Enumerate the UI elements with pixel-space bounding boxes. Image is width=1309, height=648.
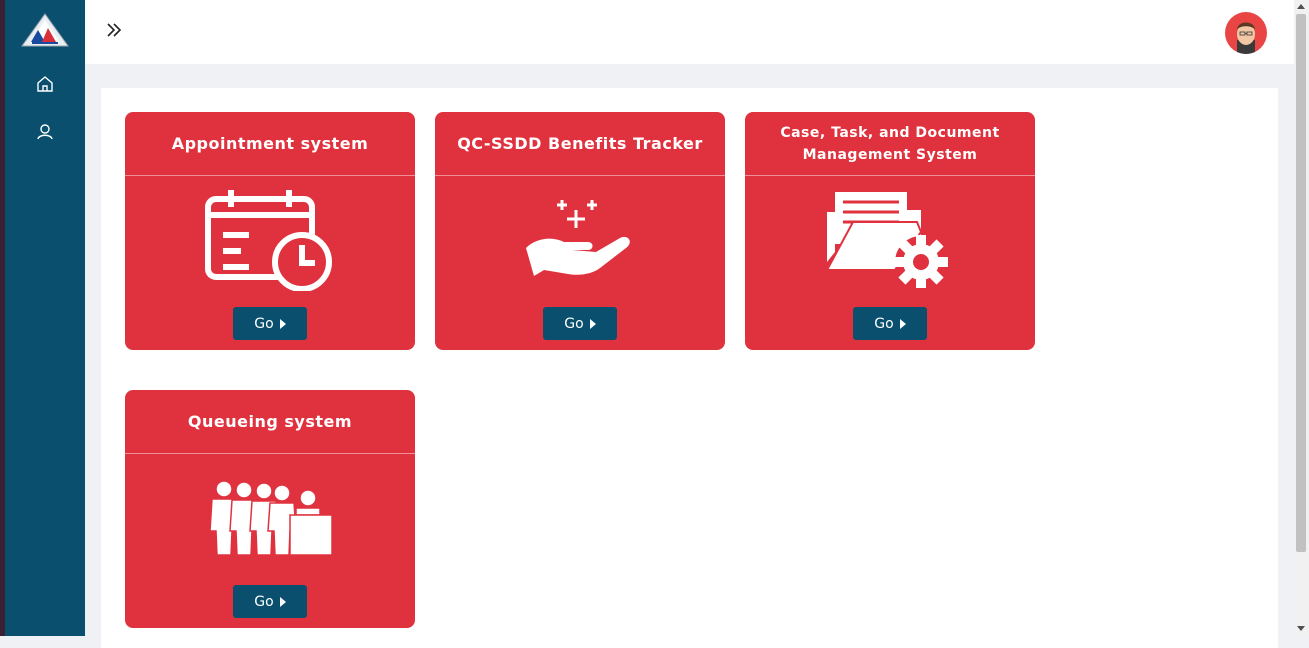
home-icon[interactable] bbox=[33, 72, 57, 96]
caret-right-icon bbox=[589, 318, 596, 329]
caret-right-icon bbox=[899, 318, 906, 329]
card-title: Case, Task, and Document Management Syst… bbox=[745, 112, 1035, 176]
caret-right-icon bbox=[279, 596, 286, 607]
card-benefits-tracker: QC-SSDD Benefits Tracker Go bbox=[435, 112, 725, 350]
go-button[interactable]: Go bbox=[543, 307, 617, 340]
folder-gear-icon bbox=[825, 191, 948, 288]
go-button[interactable]: Go bbox=[233, 585, 307, 618]
user-avatar[interactable] bbox=[1225, 12, 1267, 54]
scroll-up-arrow-icon[interactable] bbox=[1297, 4, 1305, 9]
go-button[interactable]: Go bbox=[853, 307, 927, 340]
go-button-label: Go bbox=[254, 315, 274, 332]
card-queueing-system: Queueing system Go bbox=[125, 390, 415, 628]
card-title: Appointment system bbox=[125, 112, 415, 176]
go-button-label: Go bbox=[874, 315, 894, 332]
scroll-thumb[interactable] bbox=[1296, 14, 1306, 552]
card-title: QC-SSDD Benefits Tracker bbox=[435, 112, 725, 176]
caret-right-icon bbox=[279, 318, 286, 329]
avatar-face-icon bbox=[1237, 22, 1255, 54]
hand-sparkle-icon bbox=[526, 199, 630, 276]
queue-people-icon bbox=[209, 479, 333, 556]
go-button-label: Go bbox=[564, 315, 584, 332]
card-case-task-document: Case, Task, and Document Management Syst… bbox=[745, 112, 1035, 350]
scroll-down-arrow-icon[interactable] bbox=[1297, 626, 1305, 631]
double-chevron-right-icon[interactable] bbox=[103, 16, 125, 44]
vertical-scrollbar[interactable] bbox=[1294, 0, 1309, 636]
agency-logo[interactable] bbox=[20, 12, 70, 48]
card-title: Queueing system bbox=[125, 390, 415, 454]
card-appointment-system: Appointment system Go bbox=[125, 112, 415, 350]
sidebar bbox=[5, 0, 85, 636]
topbar bbox=[85, 0, 1294, 64]
main-content: Appointment system Go QC-SSDD Benefits T… bbox=[101, 88, 1278, 648]
user-icon[interactable] bbox=[33, 120, 57, 144]
go-button[interactable]: Go bbox=[233, 307, 307, 340]
go-button-label: Go bbox=[254, 593, 274, 610]
calendar-clock-icon bbox=[205, 189, 332, 291]
